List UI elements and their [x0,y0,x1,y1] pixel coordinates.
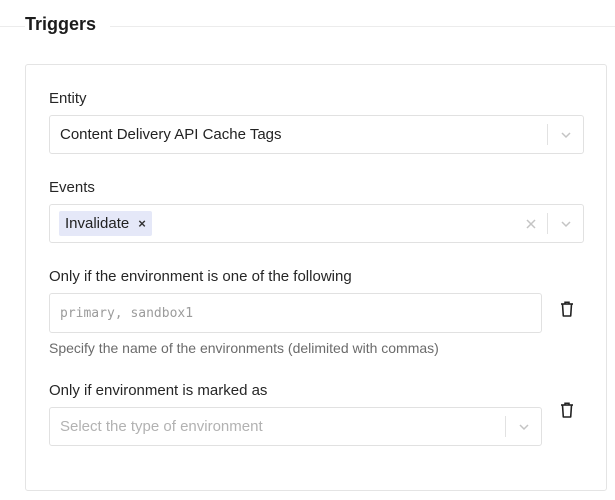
trash-icon[interactable] [559,401,575,419]
entity-select-value: Content Delivery API Cache Tags [60,126,282,143]
event-chip-label: Invalidate [65,215,130,232]
env-type-label: Only if environment is marked as [49,382,268,399]
env-filter-hint: Specify the name of the environments (de… [49,340,439,356]
entity-label: Entity [49,90,87,107]
events-select-separator [547,213,548,234]
env-filter-input[interactable] [49,293,542,333]
chevron-down-icon[interactable] [517,420,531,434]
events-multiselect[interactable]: Invalidate × [49,204,584,243]
chevron-down-icon[interactable] [559,217,573,231]
chevron-down-icon[interactable] [559,128,573,142]
trash-icon[interactable] [559,300,575,318]
entity-select[interactable]: Content Delivery API Cache Tags [49,115,584,154]
env-type-select-separator [505,416,506,437]
env-type-placeholder: Select the type of environment [60,418,263,435]
events-label: Events [49,179,95,196]
event-chip-invalidate: Invalidate × [59,211,152,236]
chip-remove-icon[interactable]: × [138,217,146,230]
entity-select-separator [547,124,548,145]
env-filter-label: Only if the environment is one of the fo… [49,268,352,285]
close-icon[interactable] [524,217,538,231]
env-type-select[interactable]: Select the type of environment [49,407,542,446]
triggers-card: Entity Content Delivery API Cache Tags E… [25,64,607,491]
section-title: Triggers [25,14,111,35]
